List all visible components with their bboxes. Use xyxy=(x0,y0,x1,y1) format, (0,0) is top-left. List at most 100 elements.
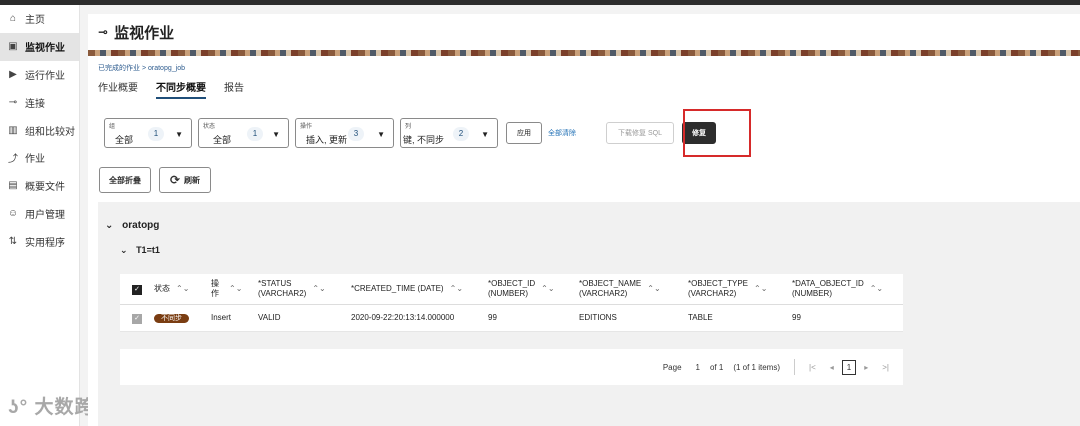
tab-bar: 作业概要 不同步概要 报告 xyxy=(88,77,1080,99)
operation-filter-value: 插入, 更新 xyxy=(306,135,348,145)
chevron-down-icon[interactable]: ⌄ xyxy=(120,245,128,255)
chevron-down-icon[interactable]: ▼ xyxy=(377,130,385,139)
top-bar xyxy=(0,0,1080,5)
col-header-object-type[interactable]: *OBJECT_TYPE (VARCHAR2) ⌃⌄ xyxy=(684,279,788,299)
column-filter-value: 键, 不同步 xyxy=(403,135,445,145)
filter-bar: 组 全部 1 ▼ 状态 全部 1 ▼ 操作 插入, 更新 3 ▼ 列 键, 不同… xyxy=(104,118,716,148)
sort-icon[interactable]: ⌃⌄ xyxy=(754,284,767,294)
connection-icon: ⊸ xyxy=(8,96,18,108)
last-page-icon[interactable]: >| xyxy=(882,363,889,372)
row-operation-cell: Insert xyxy=(211,313,232,322)
col-header-status[interactable]: 状态 ⌃⌄ xyxy=(150,284,207,294)
col-header-label: *CREATED_TIME (DATE) xyxy=(351,284,444,293)
sidebar-item[interactable]: ⊸ 连接 xyxy=(0,88,79,116)
sidebar-item[interactable]: ⇅ 实用程序 xyxy=(0,227,79,255)
group-row[interactable]: ⌄ oratopg xyxy=(98,202,1080,231)
col-header-status-varchar[interactable]: *STATUS (VARCHAR2) ⌃⌄ xyxy=(254,279,347,299)
job-icon: ⤴ xyxy=(8,154,18,166)
apply-button[interactable]: 应用 xyxy=(506,122,542,144)
first-page-icon[interactable]: |< xyxy=(809,363,816,372)
col-header-operation[interactable]: 操作 ⌃⌄ xyxy=(207,279,254,299)
col-header-label: *OBJECT_NAME (VARCHAR2) xyxy=(579,279,642,298)
sidebar-item-label: 概要文件 xyxy=(25,182,65,194)
sort-icon[interactable]: ⌃⌄ xyxy=(229,284,242,294)
col-header-label: *OBJECT_ID (NUMBER) xyxy=(488,279,536,298)
compare-icon: ▥ xyxy=(8,124,18,136)
sidebar-item[interactable]: ▥ 组和比较对 xyxy=(0,116,79,144)
download-repair-sql-button[interactable]: 下载修复 SQL xyxy=(606,122,674,144)
sidebar-item[interactable]: ☺ 用户管理 xyxy=(0,200,79,228)
sidebar-item[interactable]: ▶ 运行作业 xyxy=(0,61,79,89)
table-row[interactable]: ✓ 不同步 Insert VALID 2020-09-22:20:13:14.0… xyxy=(120,305,903,332)
select-all-checkbox[interactable]: ✓ xyxy=(132,284,142,295)
pagination: Page 1 of 1 (1 of 1 items) |< ◂ 1 ▸ >| xyxy=(120,349,903,385)
operation-filter-count: 3 xyxy=(348,127,364,141)
compare-pair-row[interactable]: ⌄ T1=t1 xyxy=(98,231,1080,256)
sidebar-item[interactable]: ▣ 监视作业 xyxy=(0,32,79,61)
sidebar-item-label: 监视作业 xyxy=(25,43,65,55)
operation-filter-label: 操作 xyxy=(300,124,313,130)
chevron-down-icon[interactable]: ▼ xyxy=(175,130,183,139)
sort-icon[interactable]: ⌃⌄ xyxy=(647,284,660,294)
run-job-icon: ▶ xyxy=(9,68,17,80)
group-name: oratopg xyxy=(122,220,160,231)
row-checkbox[interactable]: ✓ xyxy=(132,313,142,324)
col-header-object-name[interactable]: *OBJECT_NAME (VARCHAR2) ⌃⌄ xyxy=(575,279,684,299)
col-header-label: 操作 xyxy=(211,279,219,298)
chevron-down-icon[interactable]: ⌄ xyxy=(105,220,113,231)
col-header-object-id[interactable]: *OBJECT_ID (NUMBER) ⌃⌄ xyxy=(484,279,575,299)
breadcrumb-current: oratopg_job xyxy=(148,65,185,72)
home-icon: ⌂ xyxy=(9,13,17,25)
operation-filter[interactable]: 操作 插入, 更新 3 ▼ xyxy=(295,118,394,148)
page-input[interactable]: 1 xyxy=(696,363,700,372)
current-page-button[interactable]: 1 xyxy=(841,359,857,375)
col-header-label: *OBJECT_TYPE (VARCHAR2) xyxy=(688,279,749,298)
col-header-label: *STATUS (VARCHAR2) xyxy=(258,279,307,298)
main-panel: ⊸ 监视作业 已完成的作业 > oratopg_job 作业概要 不同步概要 报… xyxy=(88,14,1080,426)
sort-icon[interactable]: ⌃⌄ xyxy=(312,284,325,294)
collapse-all-button[interactable]: 全部折叠 xyxy=(99,167,151,193)
results-groups: ⌄ oratopg ⌄ T1=t1 ✓ 状态 ⌃⌄ 操作 ⌃⌄ *STATUS (V… xyxy=(98,202,1080,426)
next-page-icon[interactable]: ▸ xyxy=(864,363,868,372)
tab-report[interactable]: 报告 xyxy=(224,77,244,99)
status-filter[interactable]: 状态 全部 1 ▼ xyxy=(198,118,289,148)
column-filter[interactable]: 列 键, 不同步 2 ▼ xyxy=(400,118,498,148)
sort-icon[interactable]: ⌃⌄ xyxy=(450,284,463,294)
group-filter-label: 组 xyxy=(109,124,116,130)
sidebar-item-label: 用户管理 xyxy=(25,209,65,221)
sidebar-item-label: 主页 xyxy=(25,15,45,27)
prev-page-icon[interactable]: ◂ xyxy=(830,363,834,372)
sidebar-item[interactable]: ⤴ 作业 xyxy=(0,144,79,172)
col-header-data-object-id[interactable]: *DATA_OBJECT_ID (NUMBER) ⌃⌄ xyxy=(788,279,898,299)
clear-all-link[interactable]: 全部清除 xyxy=(548,128,576,138)
page-label: Page xyxy=(662,362,682,372)
chevron-down-icon[interactable]: ▼ xyxy=(481,130,489,139)
repair-highlight-box xyxy=(683,109,751,157)
tab-job-summary[interactable]: 作业概要 xyxy=(98,77,138,99)
group-filter[interactable]: 组 全部 1 ▼ xyxy=(104,118,192,148)
status-filter-label: 状态 xyxy=(203,124,216,130)
chevron-down-icon[interactable]: ▼ xyxy=(272,130,280,139)
tab-out-of-sync-summary[interactable]: 不同步概要 xyxy=(156,77,206,99)
sort-icon[interactable]: ⌃⌄ xyxy=(870,284,883,294)
sidebar: ⌂ 主页 ▣ 监视作业 ▶ 运行作业 ⊸ 连接 ▥ 组和比较对 ⤴ 作业 ▤ 概要文件 ☺ 用户管理 ⇅ 实用程序 xyxy=(0,5,80,426)
page-title: 监视作业 xyxy=(114,24,175,42)
items-count: (1 of 1 items) xyxy=(733,362,781,372)
refresh-button[interactable]: ⟳ 刷新 xyxy=(159,167,211,193)
profile-icon: ▤ xyxy=(8,180,18,192)
sort-icon[interactable]: ⌃⌄ xyxy=(541,284,554,294)
sort-icon[interactable]: ⌃⌄ xyxy=(176,284,189,294)
connection-icon: ⊸ xyxy=(98,25,109,39)
breadcrumb-parent[interactable]: 已完成的作业 xyxy=(98,65,140,72)
row-object-type: TABLE xyxy=(688,313,713,322)
monitor-job-icon: ▣ xyxy=(8,41,18,53)
sidebar-item[interactable]: ⌂ 主页 xyxy=(0,5,79,33)
col-header-created-time[interactable]: *CREATED_TIME (DATE) ⌃⌄ xyxy=(347,284,484,294)
sidebar-item-label: 作业 xyxy=(25,154,45,166)
row-status-value: VALID xyxy=(258,313,281,322)
utility-icon: ⇅ xyxy=(8,235,18,247)
status-filter-value: 全部 xyxy=(213,135,232,145)
table-header: ✓ 状态 ⌃⌄ 操作 ⌃⌄ *STATUS (VARCHAR2) ⌃⌄ *CREATE… xyxy=(120,274,903,305)
row-object-id: 99 xyxy=(488,313,497,322)
sidebar-item[interactable]: ▤ 概要文件 xyxy=(0,172,79,200)
